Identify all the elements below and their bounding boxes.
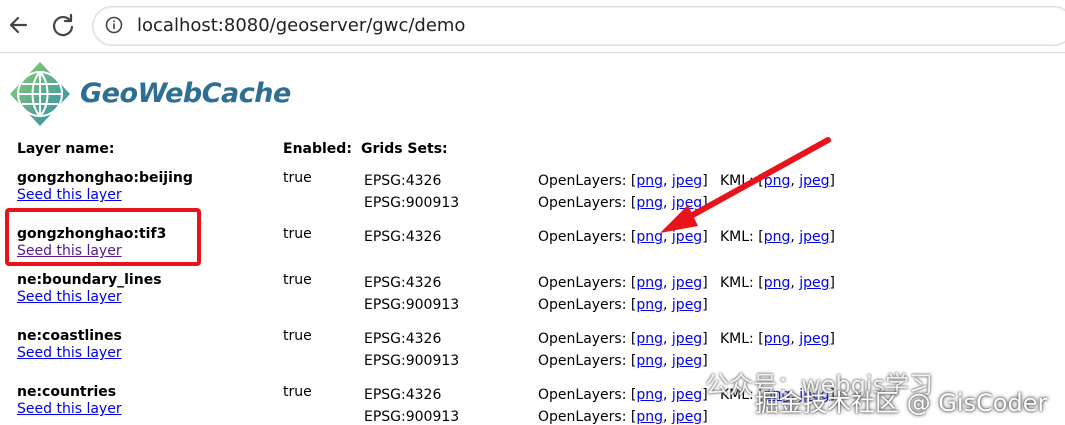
openlayers-jpeg-link[interactable]: jpeg — [672, 275, 702, 291]
layer-name: ne:countries — [17, 384, 117, 400]
back-arrow-icon[interactable] — [4, 10, 34, 40]
openlayers-png-link[interactable]: png — [636, 387, 663, 403]
openlayers-png-link[interactable]: png — [636, 195, 663, 211]
grid-set-name: EPSG:4326 — [364, 387, 442, 403]
kml-jpeg-link[interactable]: jpeg — [799, 331, 829, 347]
grid-set-name: EPSG:900913 — [364, 297, 460, 313]
header-enabled: Enabled: — [283, 141, 352, 157]
openlayers-jpeg-link[interactable]: jpeg — [672, 331, 702, 347]
grid-set-name: EPSG:4326 — [364, 331, 442, 347]
kml-png-link[interactable]: png — [764, 331, 791, 347]
grid-set-name: EPSG:4326 — [364, 275, 442, 291]
grid-set-name: EPSG:4326 — [364, 173, 442, 189]
openlayers-png-link[interactable]: png — [636, 275, 663, 291]
openlayers-links: OpenLayers: [png, jpeg] — [538, 409, 708, 425]
address-bar[interactable]: localhost:8080/geoserver/gwc/demo — [92, 6, 1065, 46]
seed-layer-link[interactable]: Seed this layer — [17, 289, 122, 305]
grid-set-name: EPSG:900913 — [364, 409, 460, 425]
site-info-icon[interactable] — [105, 16, 123, 34]
openlayers-links: OpenLayers: [png, jpeg] — [538, 173, 708, 189]
openlayers-label: OpenLayers: — [538, 353, 627, 369]
seed-layer-link[interactable]: Seed this layer — [17, 345, 122, 361]
kml-jpeg-link[interactable]: jpeg — [799, 173, 829, 189]
openlayers-label: OpenLayers: — [538, 195, 627, 211]
kml-jpeg-link[interactable]: jpeg — [799, 275, 829, 291]
openlayers-jpeg-link[interactable]: jpeg — [672, 173, 702, 189]
openlayers-links: OpenLayers: [png, jpeg] — [538, 387, 708, 403]
kml-png-link[interactable]: png — [764, 173, 791, 189]
openlayers-png-link[interactable]: png — [636, 409, 663, 425]
layer-name: ne:boundary_lines — [17, 272, 162, 288]
openlayers-links: OpenLayers: [png, jpeg] — [538, 195, 708, 211]
kml-png-link[interactable]: png — [764, 229, 791, 245]
layer-name: ne:coastlines — [17, 328, 122, 344]
kml-jpeg-link[interactable]: jpeg — [799, 229, 829, 245]
openlayers-jpeg-link[interactable]: jpeg — [672, 297, 702, 313]
kml-label: KML: — [720, 173, 754, 189]
reload-icon[interactable] — [48, 10, 78, 40]
openlayers-jpeg-link[interactable]: jpeg — [672, 353, 702, 369]
toolbar-divider — [0, 52, 1065, 53]
header-layer-name: Layer name: — [17, 141, 115, 157]
kml-label: KML: — [720, 229, 754, 245]
openlayers-links: OpenLayers: [png, jpeg] — [538, 275, 708, 291]
kml-label: KML: — [720, 275, 754, 291]
openlayers-links: OpenLayers: [png, jpeg] — [538, 229, 708, 245]
kml-links: KML: [png, jpeg] — [720, 173, 836, 189]
grid-set-name: EPSG:4326 — [364, 229, 442, 245]
openlayers-jpeg-link[interactable]: jpeg — [672, 387, 702, 403]
openlayers-jpeg-link[interactable]: jpeg — [672, 409, 702, 425]
browser-toolbar: localhost:8080/geoserver/gwc/demo — [0, 0, 1065, 52]
openlayers-label: OpenLayers: — [538, 173, 627, 189]
openlayers-label: OpenLayers: — [538, 297, 627, 313]
kml-png-link[interactable]: png — [764, 275, 791, 291]
enabled-value: true — [283, 384, 312, 400]
url-text: localhost:8080/geoserver/gwc/demo — [137, 15, 466, 36]
seed-layer-link[interactable]: Seed this layer — [17, 187, 122, 203]
openlayers-jpeg-link[interactable]: jpeg — [672, 195, 702, 211]
seed-layer-link[interactable]: Seed this layer — [17, 401, 122, 417]
openlayers-jpeg-link[interactable]: jpeg — [672, 229, 702, 245]
geowebcache-logo-icon — [10, 62, 70, 126]
openlayers-label: OpenLayers: — [538, 229, 627, 245]
kml-label: KML: — [720, 331, 754, 347]
layer-name: gongzhonghao:beijing — [17, 170, 193, 186]
watermark-line2: 掘金技术社区 @ GisCoder — [755, 389, 1048, 417]
enabled-value: true — [283, 170, 312, 186]
kml-links: KML: [png, jpeg] — [720, 275, 836, 291]
grid-set-name: EPSG:900913 — [364, 195, 460, 211]
openlayers-png-link[interactable]: png — [636, 173, 663, 189]
kml-links: KML: [png, jpeg] — [720, 331, 836, 347]
openlayers-links: OpenLayers: [png, jpeg] — [538, 331, 708, 347]
enabled-value: true — [283, 226, 312, 242]
logo-text: GeoWebCache — [80, 78, 291, 109]
openlayers-links: OpenLayers: [png, jpeg] — [538, 353, 708, 369]
enabled-value: true — [283, 272, 312, 288]
openlayers-label: OpenLayers: — [538, 387, 627, 403]
openlayers-png-link[interactable]: png — [636, 331, 663, 347]
openlayers-png-link[interactable]: png — [636, 353, 663, 369]
openlayers-label: OpenLayers: — [538, 275, 627, 291]
openlayers-png-link[interactable]: png — [636, 297, 663, 313]
highlight-box — [5, 208, 201, 266]
grid-set-name: EPSG:900913 — [364, 353, 460, 369]
kml-links: KML: [png, jpeg] — [720, 229, 836, 245]
openlayers-links: OpenLayers: [png, jpeg] — [538, 297, 708, 313]
openlayers-label: OpenLayers: — [538, 409, 627, 425]
enabled-value: true — [283, 328, 312, 344]
openlayers-png-link[interactable]: png — [636, 229, 663, 245]
openlayers-label: OpenLayers: — [538, 331, 627, 347]
header-grid-sets: Grids Sets: — [361, 141, 448, 157]
